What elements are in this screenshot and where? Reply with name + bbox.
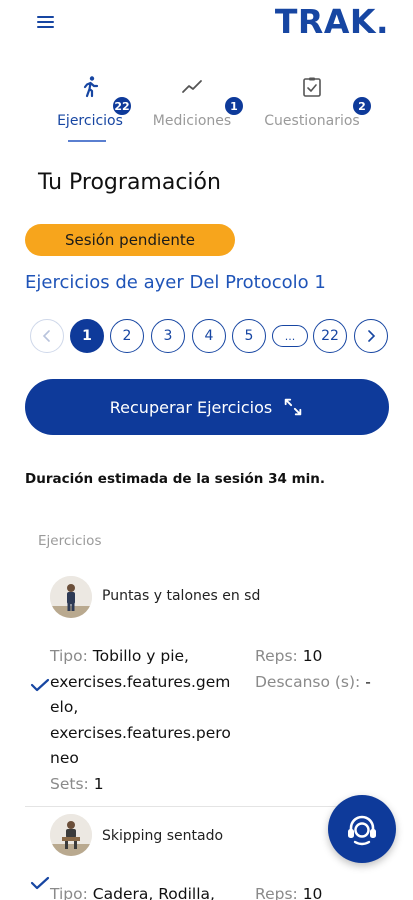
reps-value: 10 (302, 647, 323, 665)
tab-label: Mediciones (152, 113, 232, 129)
reps-label: Reps: (255, 647, 298, 665)
exercise-thumbnail (50, 814, 92, 856)
divider (25, 806, 355, 807)
exercises-heading: Ejercicios (38, 533, 102, 549)
page-button[interactable]: 2 (110, 319, 144, 353)
rest-label: Descanso (s): (255, 672, 361, 691)
sets-label: Sets: (50, 774, 89, 793)
previous-page-button[interactable] (30, 319, 64, 353)
exercise-header: Puntas y talones en sd (50, 576, 370, 620)
check-icon (30, 678, 50, 692)
sets-value: 1 (93, 774, 104, 793)
clipboard-check-icon (303, 77, 321, 97)
page-ellipsis: ... (272, 325, 308, 347)
support-button[interactable] (328, 795, 396, 863)
hamburger-menu-icon[interactable] (36, 13, 60, 33)
protocol-title: Ejercicios de ayer Del Protocolo 1 (25, 272, 326, 293)
recover-exercises-button[interactable]: Recuperar Ejercicios (25, 379, 389, 435)
tab-mediciones[interactable]: 1 Mediciones (143, 75, 245, 145)
check-icon (30, 876, 50, 890)
status-badge: Sesión pendiente (25, 224, 235, 256)
recover-button-label: Recuperar Ejercicios (109, 397, 273, 417)
type-value-line: exercises.features.pero (50, 723, 231, 742)
exercise-stats: Reps: 10 Descanso (s): - (255, 644, 395, 695)
tab-bar: 22 Ejercicios 1 Mediciones 2 Cuestionari… (0, 75, 413, 145)
exercise-details: Tipo: Tobillo y pie, exercises.features.… (50, 644, 250, 797)
pagination: 1 2 3 4 5 ... 22 (30, 319, 390, 353)
running-icon (83, 76, 99, 98)
page-button[interactable]: 4 (192, 319, 226, 353)
session-duration: Duración estimada de la sesión 34 min. (25, 471, 326, 487)
exercise-thumbnail (50, 576, 92, 618)
reps-value: 10 (302, 885, 323, 900)
rest-value: - (365, 672, 371, 691)
page-title: Tu Programación (38, 170, 221, 195)
person-thumbnail-icon (50, 576, 92, 618)
exercise-card[interactable]: Puntas y talones en sd Tipo: Tobillo y p… (0, 576, 413, 806)
top-bar: TRAK. (0, 0, 413, 50)
expand-arrows-icon (284, 398, 302, 416)
next-page-button[interactable] (354, 319, 388, 353)
trend-line-icon (182, 80, 202, 93)
type-value-line: exercises.features.gem (50, 672, 231, 691)
app-logo: TRAK. (274, 2, 389, 41)
type-value-line: elo, (50, 698, 79, 716)
type-value-line: neo (50, 749, 79, 767)
chevron-right-icon (368, 330, 376, 342)
person-thumbnail-icon (50, 814, 92, 856)
chevron-left-icon (42, 330, 50, 342)
tab-ejercicios[interactable]: 22 Ejercicios (40, 75, 140, 145)
type-value: Cadera, Rodilla, (92, 885, 215, 900)
exercise-name: Skipping sentado (102, 828, 224, 844)
exercise-header: Skipping sentado (50, 814, 370, 858)
type-label: Tipo: (50, 647, 88, 665)
tab-label: Ejercicios (57, 113, 123, 129)
exercise-details: Tipo: Cadera, Rodilla, (50, 882, 250, 900)
type-value-line: Tobillo y pie, (92, 647, 189, 665)
exercise-name: Puntas y talones en sd (102, 588, 261, 604)
exercise-stats: Reps: 10 (255, 882, 395, 900)
support-agent-icon (348, 815, 376, 846)
tab-label: Cuestionarios (264, 113, 360, 129)
page-button[interactable]: 5 (232, 319, 266, 353)
page-button[interactable]: 22 (313, 319, 347, 353)
tab-cuestionarios[interactable]: 2 Cuestionarios (256, 75, 373, 145)
active-tab-indicator (68, 140, 106, 142)
page-button[interactable]: 3 (151, 319, 185, 353)
reps-label: Reps: (255, 885, 298, 900)
type-label: Tipo: (50, 885, 88, 900)
page-button[interactable]: 1 (70, 319, 104, 353)
